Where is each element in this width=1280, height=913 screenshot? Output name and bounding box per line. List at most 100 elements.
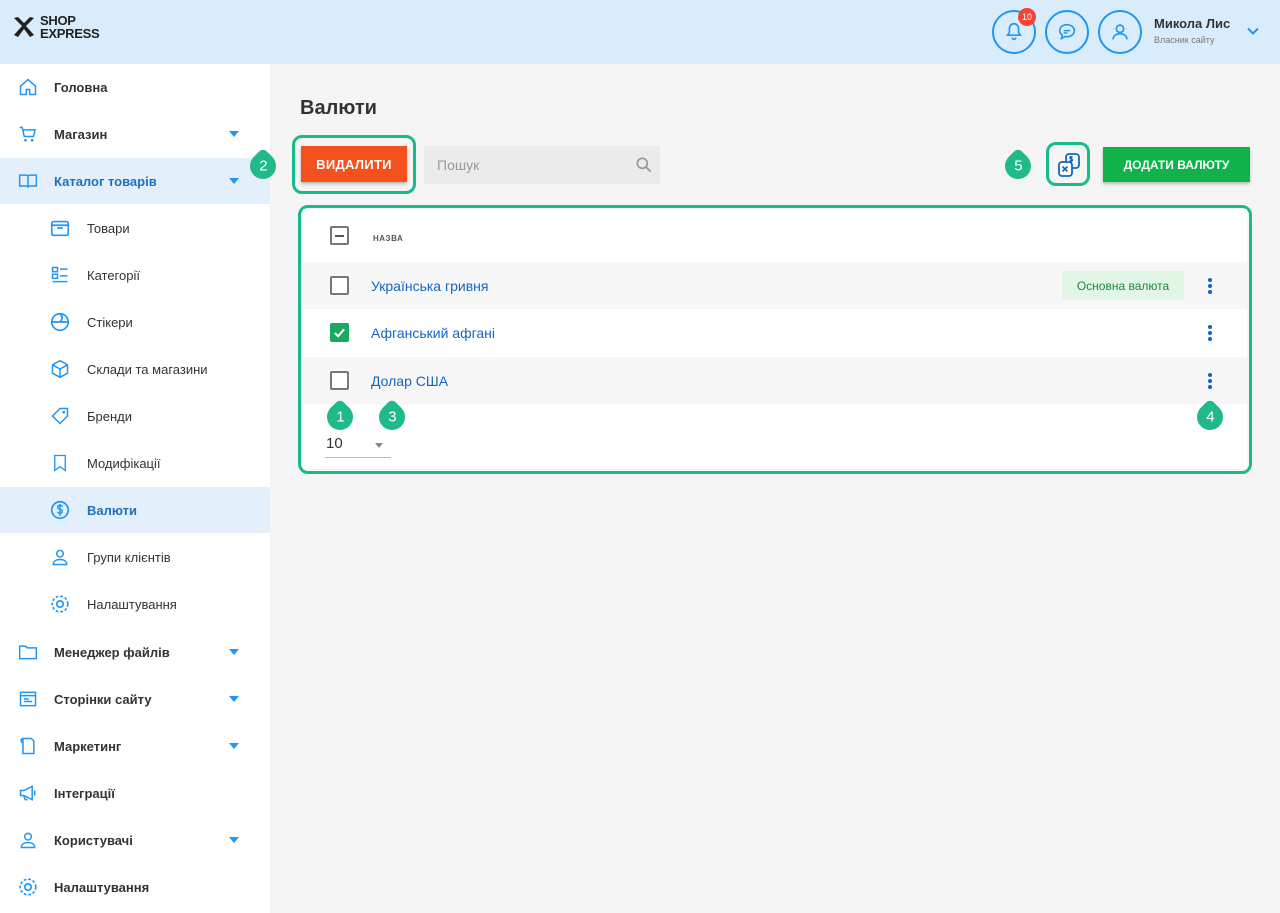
categories-icon bbox=[48, 263, 72, 287]
user-icon bbox=[16, 828, 40, 852]
page-title: Валюти bbox=[300, 97, 377, 119]
annotation-number: 5 bbox=[1013, 157, 1023, 175]
sidebar-item-label: Стікери bbox=[87, 314, 133, 330]
sidebar-item-products[interactable]: Товари bbox=[0, 205, 270, 251]
chevron-down-icon[interactable] bbox=[1246, 24, 1260, 38]
shop-express-logo[interactable]: SHOP EXPRESS bbox=[12, 14, 100, 41]
table-row[interactable]: Афганський афгані bbox=[303, 309, 1247, 356]
sidebar-item-currencies[interactable]: Валюти bbox=[0, 487, 270, 533]
more-vert-icon[interactable] bbox=[1203, 371, 1217, 391]
search-input[interactable] bbox=[424, 146, 624, 184]
sidebar-item-label: Головна bbox=[54, 79, 108, 95]
users-icon bbox=[48, 545, 72, 569]
folder-icon bbox=[16, 640, 40, 664]
sidebar-item-label: Сторінки сайту bbox=[54, 691, 152, 707]
marketing-icon bbox=[16, 734, 40, 758]
sidebar-item-settings[interactable]: Налаштування bbox=[0, 864, 270, 910]
annotation-marker-5: 5 bbox=[999, 147, 1037, 185]
annotation-number: 4 bbox=[1205, 408, 1215, 426]
annotation-number: 3 bbox=[387, 408, 397, 426]
book-icon bbox=[16, 169, 40, 193]
bookmark-icon bbox=[48, 451, 72, 475]
dropdown-arrow-icon bbox=[375, 443, 383, 448]
sidebar-item-categories[interactable]: Категорії bbox=[0, 252, 270, 298]
table-row[interactable]: Українська гривня Основна валюта bbox=[303, 262, 1247, 309]
home-icon bbox=[16, 75, 40, 99]
sidebar-item-modifications[interactable]: Модифікації bbox=[0, 440, 270, 486]
sidebar-item-label: Бренди bbox=[87, 408, 133, 424]
sidebar-item-brands[interactable]: Бренди bbox=[0, 393, 270, 439]
sidebar-item-label: Маркетинг bbox=[54, 738, 122, 754]
profile-button[interactable] bbox=[1098, 10, 1142, 54]
chevron-down-icon bbox=[229, 178, 239, 184]
sticker-icon bbox=[48, 310, 72, 334]
gear-icon bbox=[16, 875, 40, 899]
more-vert-icon[interactable] bbox=[1203, 276, 1217, 296]
chevron-down-icon bbox=[229, 837, 239, 843]
sidebar-item-label: Магазин bbox=[54, 126, 108, 142]
notifications-button[interactable]: 10 bbox=[992, 8, 1036, 54]
sidebar-item-label: Групи клієнтів bbox=[87, 549, 171, 565]
sidebar-item-client-groups[interactable]: Групи клієнтів bbox=[0, 534, 270, 580]
annotation-number: 2 bbox=[258, 157, 268, 175]
search-icon[interactable] bbox=[634, 155, 654, 175]
checkmark-icon bbox=[334, 328, 345, 338]
currency-name-link[interactable]: Долар США bbox=[371, 373, 448, 389]
rows-per-page-select[interactable]: 10 bbox=[325, 434, 391, 458]
rows-per-page-value: 10 bbox=[326, 435, 343, 452]
sidebar-item-file-manager[interactable]: Менеджер файлів bbox=[0, 629, 270, 675]
sidebar-item-stickers[interactable]: Стікери bbox=[0, 299, 270, 345]
box-icon bbox=[48, 216, 72, 240]
user-role: Власник сайту bbox=[1154, 35, 1215, 45]
sidebar-item-marketing[interactable]: Маркетинг bbox=[0, 723, 270, 769]
currency-icon bbox=[48, 498, 72, 522]
currency-exchange-icon bbox=[1058, 153, 1080, 177]
gear-icon bbox=[48, 592, 72, 616]
messages-button[interactable] bbox=[1045, 10, 1089, 54]
logo-mark-icon bbox=[14, 17, 34, 37]
sidebar-item-catalog[interactable]: Каталог товарів bbox=[0, 158, 270, 204]
more-vert-icon[interactable] bbox=[1203, 323, 1217, 343]
row-checkbox[interactable] bbox=[330, 323, 349, 342]
row-checkbox[interactable] bbox=[330, 276, 349, 295]
sidebar-item-home[interactable]: Головна bbox=[0, 64, 270, 110]
user-avatar-icon bbox=[1112, 24, 1128, 40]
chevron-down-icon bbox=[229, 696, 239, 702]
chevron-down-icon bbox=[229, 649, 239, 655]
chevron-down-icon bbox=[229, 743, 239, 749]
exchange-rate-button[interactable] bbox=[1052, 148, 1086, 182]
search-field[interactable] bbox=[424, 146, 660, 184]
annotation-number: 1 bbox=[335, 408, 345, 426]
column-header-name[interactable]: НАЗВА bbox=[373, 234, 403, 243]
user-name[interactable]: Микола Лис bbox=[1154, 16, 1230, 31]
indeterminate-mark bbox=[335, 234, 344, 237]
sidebar-item-label: Налаштування bbox=[54, 879, 150, 895]
top-header: SHOP EXPRESS 10 Микола Лис Власник сайту bbox=[0, 0, 1280, 64]
sidebar-item-label: Налаштування bbox=[87, 596, 177, 612]
sidebar-item-label: Інтеграції bbox=[54, 785, 115, 801]
table-header: НАЗВА bbox=[303, 209, 1247, 262]
sidebar: Головна Магазин Каталог товарів Товари К… bbox=[0, 64, 270, 913]
sidebar-item-label: Менеджер файлів bbox=[54, 644, 170, 660]
add-currency-button[interactable]: ДОДАТИ ВАЛЮТУ bbox=[1103, 147, 1250, 182]
currency-name-link[interactable]: Українська гривня bbox=[371, 278, 488, 294]
sidebar-item-catalog-settings[interactable]: Налаштування bbox=[0, 581, 270, 627]
row-checkbox[interactable] bbox=[330, 371, 349, 390]
sidebar-item-users[interactable]: Користувачі bbox=[0, 817, 270, 863]
sidebar-item-label: Товари bbox=[87, 220, 130, 236]
sidebar-item-warehouses[interactable]: Склади та магазини bbox=[0, 346, 270, 392]
currency-name-link[interactable]: Афганський афгані bbox=[371, 325, 495, 341]
logo-text-express: EXPRESS bbox=[40, 26, 100, 41]
table-row[interactable]: Долар США bbox=[303, 357, 1247, 404]
currencies-table: НАЗВА Українська гривня Основна валюта А… bbox=[303, 209, 1247, 469]
select-all-checkbox[interactable] bbox=[330, 226, 349, 245]
sidebar-item-label: Склади та магазини bbox=[87, 361, 208, 377]
cart-icon bbox=[16, 122, 40, 146]
sidebar-item-integrations[interactable]: Інтеграції bbox=[0, 770, 270, 816]
pages-icon bbox=[16, 687, 40, 711]
sidebar-item-site-pages[interactable]: Сторінки сайту bbox=[0, 676, 270, 722]
sidebar-item-label: Користувачі bbox=[54, 832, 133, 848]
sidebar-item-shop[interactable]: Магазин bbox=[0, 111, 270, 157]
chevron-down-icon bbox=[229, 131, 239, 137]
delete-button[interactable]: ВИДАЛИТИ bbox=[301, 146, 407, 182]
